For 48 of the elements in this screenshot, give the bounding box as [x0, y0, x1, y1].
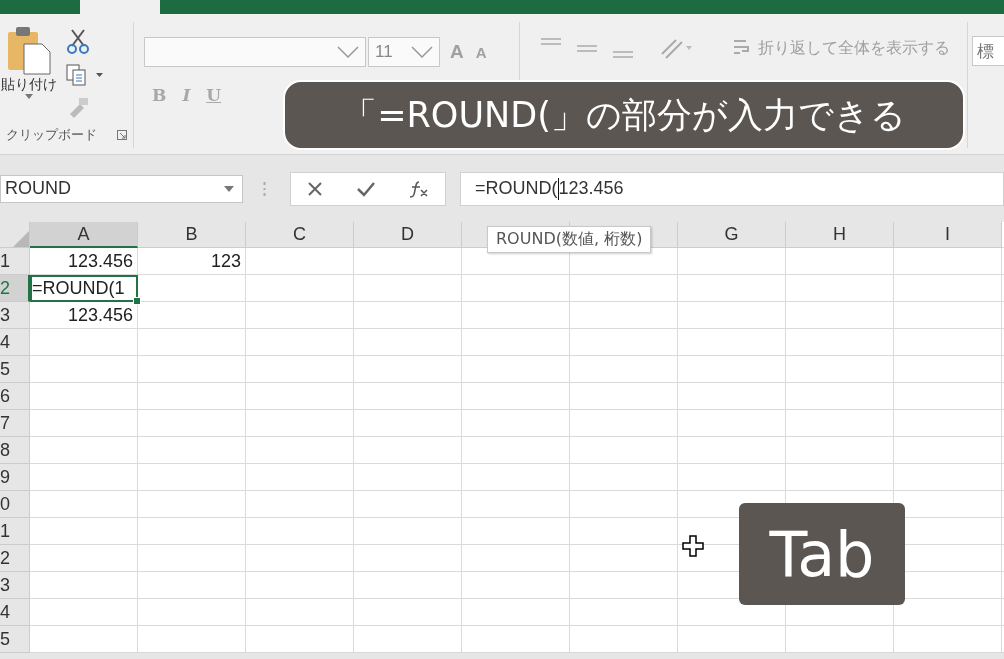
- row-header[interactable]: 9: [0, 464, 30, 491]
- dialog-launcher-icon[interactable]: [117, 130, 127, 140]
- caret-icon: [25, 94, 33, 99]
- row-header[interactable]: 6: [0, 383, 30, 410]
- caption: 「=ROUND(」の部分が入力できる: [283, 80, 965, 150]
- chevron-down-icon: [337, 46, 359, 58]
- column-header[interactable]: H: [786, 222, 894, 248]
- row-header[interactable]: 4: [0, 329, 30, 356]
- copy-icon[interactable]: [66, 64, 104, 86]
- column-header[interactable]: I: [894, 222, 1002, 248]
- orientation-icon[interactable]: [660, 36, 694, 60]
- table-cell-text: 123.456: [66, 304, 134, 327]
- row-header[interactable]: 0: [0, 491, 30, 518]
- checkmark-icon[interactable]: [356, 180, 376, 197]
- caret-icon: [224, 185, 234, 192]
- row-header[interactable]: 7: [0, 410, 30, 437]
- key-hint: Tab: [739, 503, 905, 605]
- scissors-icon[interactable]: [66, 28, 90, 54]
- row-header[interactable]: 3: [0, 572, 30, 599]
- row-header[interactable]: 3: [0, 302, 30, 329]
- name-box[interactable]: ROUND: [0, 174, 243, 203]
- grip-icon: [263, 181, 266, 196]
- number-format-combo[interactable]: 標: [972, 36, 1004, 66]
- table-cell-text: 123: [209, 250, 242, 273]
- column-header[interactable]: C: [246, 222, 354, 248]
- group-label: クリップボード: [6, 126, 97, 144]
- chevron-down-icon: [411, 46, 433, 58]
- row-header[interactable]: 8: [0, 437, 30, 464]
- column-header[interactable]: G: [678, 222, 786, 248]
- row-header[interactable]: 4: [0, 599, 30, 626]
- row-header[interactable]: 1: [0, 248, 30, 275]
- cursor-icon: [682, 535, 704, 557]
- row-header[interactable]: 5: [0, 626, 30, 653]
- cancel-icon[interactable]: [307, 180, 324, 197]
- row-header[interactable]: 5: [0, 356, 30, 383]
- column-header[interactable]: A: [30, 222, 138, 248]
- clipboard-icon: [6, 26, 52, 76]
- column-header[interactable]: B: [138, 222, 246, 248]
- column-header[interactable]: D: [354, 222, 462, 248]
- insert-function-icon[interactable]: [408, 179, 429, 198]
- table-cell-text: 123.456: [66, 250, 134, 273]
- function-tooltip: ROUND(数値, 桁数): [487, 226, 652, 253]
- table-cell: =ROUND(1: [30, 275, 138, 302]
- row-header[interactable]: 2: [0, 545, 30, 572]
- row-header[interactable]: 1: [0, 518, 30, 545]
- row-header[interactable]: 2: [0, 275, 30, 302]
- formula-field[interactable]: =ROUND(123.456: [460, 171, 1004, 206]
- paste-button[interactable]: 貼り付け: [0, 26, 60, 99]
